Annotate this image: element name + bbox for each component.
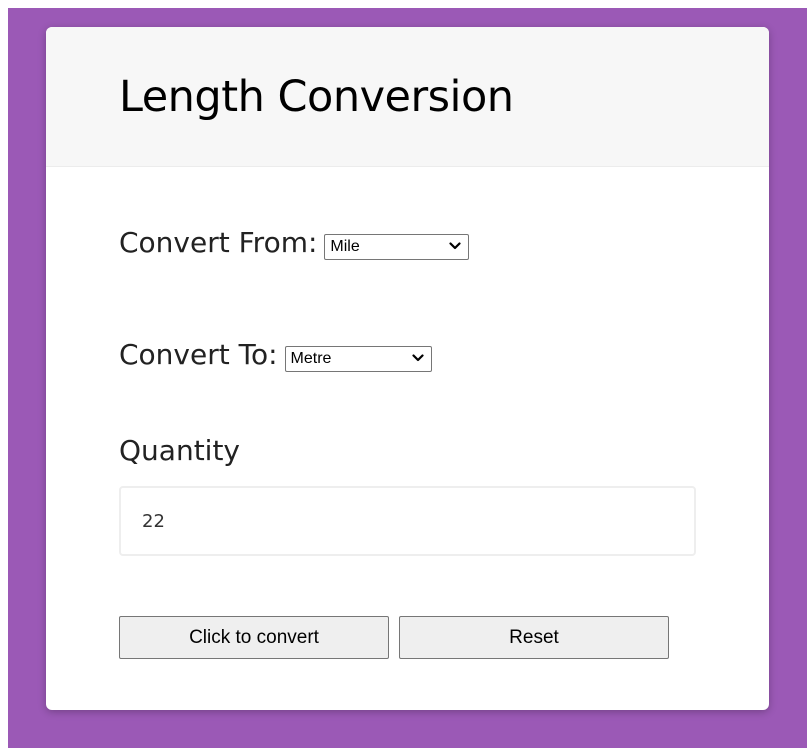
quantity-label: Quantity — [119, 434, 240, 467]
convert-from-select[interactable]: Mile — [324, 234, 470, 260]
card-header: Length Conversion — [46, 27, 769, 167]
convert-to-select[interactable]: Metre — [284, 346, 432, 372]
converter-card: Length Conversion Convert From: Mile Con… — [46, 27, 769, 710]
convert-from-value: Mile — [330, 238, 360, 255]
convert-from-label: Convert From: — [119, 226, 318, 259]
page-title: Length Conversion — [119, 72, 514, 122]
chevron-down-icon — [449, 242, 462, 250]
quantity-value: 22 — [142, 511, 165, 532]
convert-from-row: Convert From: Mile — [119, 221, 470, 265]
chevron-down-icon — [411, 354, 424, 362]
convert-to-row: Convert To: Metre — [119, 333, 432, 377]
convert-button[interactable]: Click to convert — [119, 616, 389, 659]
reset-button[interactable]: Reset — [399, 616, 669, 659]
quantity-input[interactable]: 22 — [119, 486, 696, 556]
convert-to-value: Metre — [290, 350, 332, 367]
convert-to-label: Convert To: — [119, 338, 278, 371]
